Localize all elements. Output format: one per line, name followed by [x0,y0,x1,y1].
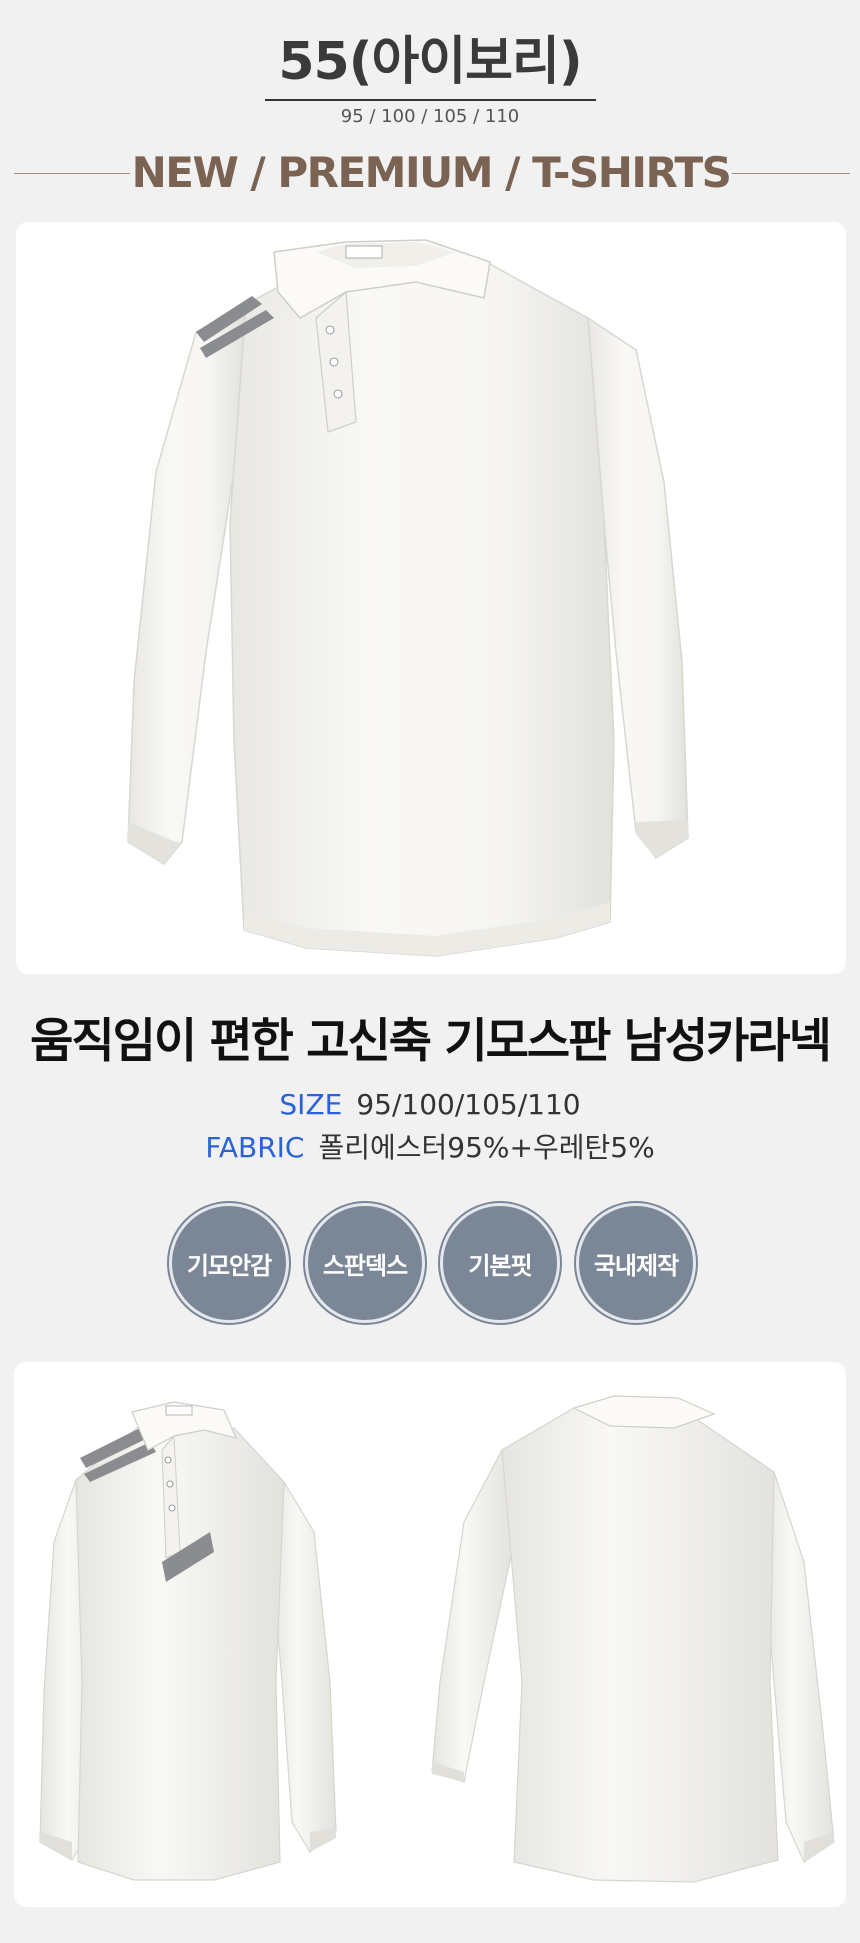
fabric-value: 폴리에스터95%+우레탄5% [318,1131,655,1164]
tagline-row: NEW / PREMIUM / T-SHIRTS [0,148,860,198]
fabric-spec: FABRIC 폴리에스터95%+우레탄5% [0,1130,860,1166]
feature-badge-basic-fit: 기본핏 [440,1203,560,1323]
tagline-left-divider [14,173,130,174]
fabric-label: FABRIC [205,1131,305,1164]
size-subtitle: 95 / 100 / 105 / 110 [340,106,520,127]
size-value: 95/100/105/110 [356,1088,581,1121]
polo-shirt-front-back-image [39,1395,835,1883]
size-label: SIZE [279,1088,343,1121]
tagline: NEW / PREMIUM / T-SHIRTS [131,148,732,197]
feature-badge-made-in-korea: 국내제작 [576,1203,696,1323]
size-spec: SIZE 95/100/105/110 [0,1087,860,1123]
title-underline [265,99,596,101]
model-title: 55(아이보리) [278,32,582,92]
main-product-image [16,222,846,974]
front-back-detail-image [14,1362,846,1907]
polo-shirt-front-image [127,239,689,957]
feature-badge-spandex: 스판덱스 [305,1203,425,1323]
feature-badge-fleece-lining: 기모안감 [169,1203,289,1323]
product-name: 움직임이 편한 고신축 기모스판 남성카라넥 [30,1014,832,1069]
product-detail-page: 55(아이보리) 95 / 100 / 105 / 110 NEW / PREM… [0,0,860,1943]
tagline-right-divider [732,173,850,174]
